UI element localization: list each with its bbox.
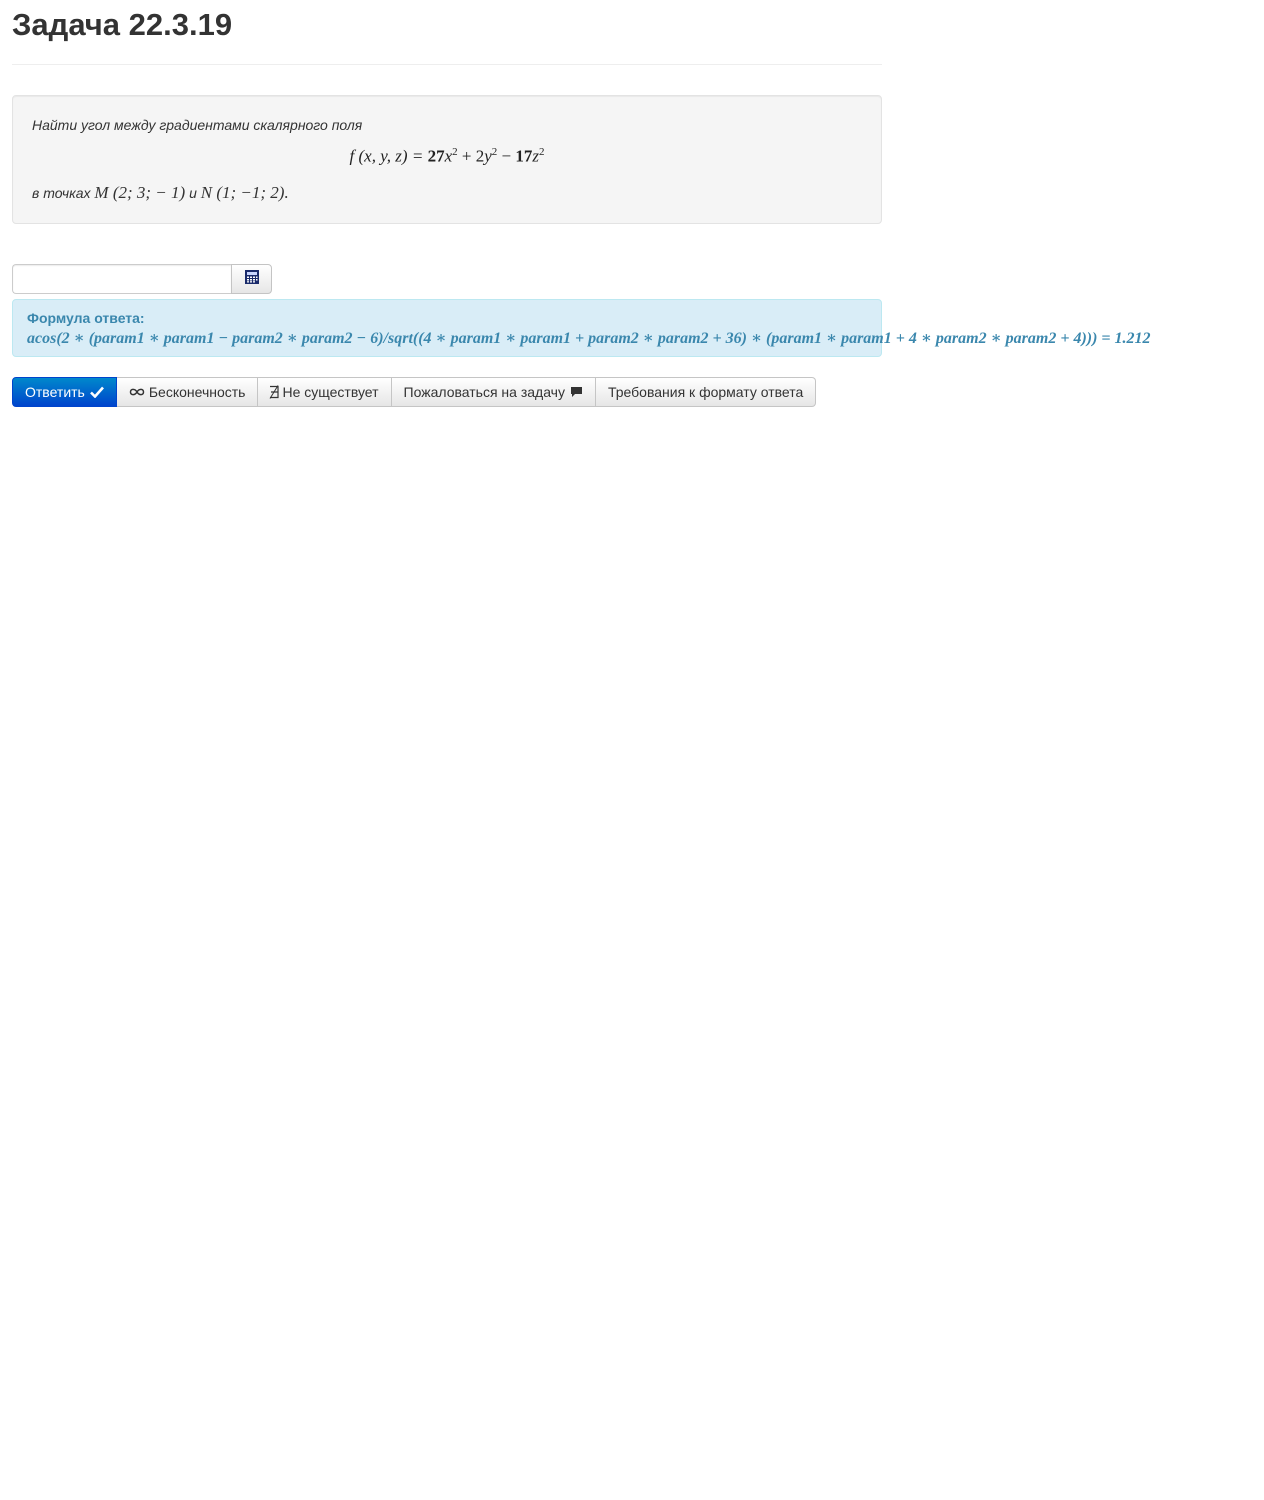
formula-var-z: z bbox=[532, 146, 539, 166]
complain-label: Пожаловаться на задачу bbox=[403, 384, 565, 400]
formula-lhs: f (x, y, z) = bbox=[349, 146, 428, 166]
checkmark-icon bbox=[89, 386, 104, 398]
formula-coef-3: 17 bbox=[515, 146, 533, 166]
infinity-button[interactable]: Бесконечность bbox=[116, 377, 259, 407]
format-requirements-button[interactable]: Требования к формату ответа bbox=[595, 377, 817, 407]
submit-button[interactable]: Ответить bbox=[12, 377, 117, 407]
answer-input[interactable] bbox=[12, 264, 231, 294]
page-title: Задача 22.3.19 bbox=[12, 7, 233, 42]
formula-coef-1: 27 bbox=[427, 146, 445, 166]
points-prefix: в точках bbox=[32, 185, 95, 201]
problem-points: в точках M (2; 3; − 1) и N (1; −1; 2). bbox=[32, 183, 289, 203]
format-requirements-label: Требования к формату ответа bbox=[607, 384, 804, 400]
not-exists-icon bbox=[268, 385, 280, 399]
not-exists-button[interactable]: Не существует bbox=[258, 377, 392, 407]
title-divider bbox=[12, 64, 882, 65]
formula-var-y: y bbox=[484, 146, 492, 166]
calculator-icon bbox=[244, 269, 259, 289]
problem-intro: Найти угол между градиентами скалярного … bbox=[32, 117, 363, 133]
comment-icon bbox=[570, 386, 583, 398]
formula-var-x: x bbox=[444, 146, 453, 166]
submit-label: Ответить bbox=[25, 384, 85, 400]
problem-statement: Найти угол между градиентами скалярного … bbox=[12, 95, 882, 224]
calculator-button[interactable] bbox=[231, 264, 272, 294]
not-exists-label: Не существует bbox=[282, 384, 379, 400]
point-n: N (1; −1; 2). bbox=[200, 183, 289, 202]
infinity-label: Бесконечность bbox=[148, 384, 246, 400]
problem-formula: f (x, y, z) = 27x2 + 2y2 − 17z2 bbox=[13, 146, 881, 167]
answer-row bbox=[12, 264, 272, 294]
complain-button[interactable]: Пожаловаться на задачу bbox=[391, 377, 596, 407]
points-conjunction: и bbox=[185, 185, 201, 201]
answer-toolbar: Ответить Бесконечность Не существует Пож… bbox=[12, 377, 817, 407]
answer-formula-label: Формула ответа: bbox=[27, 310, 145, 326]
page: Задача 22.3.19 Найти угол между градиент… bbox=[0, 0, 1264, 1500]
answer-formula-hint: Формула ответа: acos(2 ∗ (param1 ∗ param… bbox=[12, 299, 1151, 357]
formula-minus: − bbox=[497, 146, 516, 166]
formula-power-3: 2 bbox=[538, 146, 545, 158]
infinity-icon bbox=[129, 387, 145, 397]
point-m: M (2; 3; − 1) bbox=[94, 183, 186, 202]
answer-formula-expression: acos(2 ∗ (param1 ∗ param1 − param2 ∗ par… bbox=[27, 330, 1151, 347]
formula-plus: + 2 bbox=[457, 146, 485, 166]
